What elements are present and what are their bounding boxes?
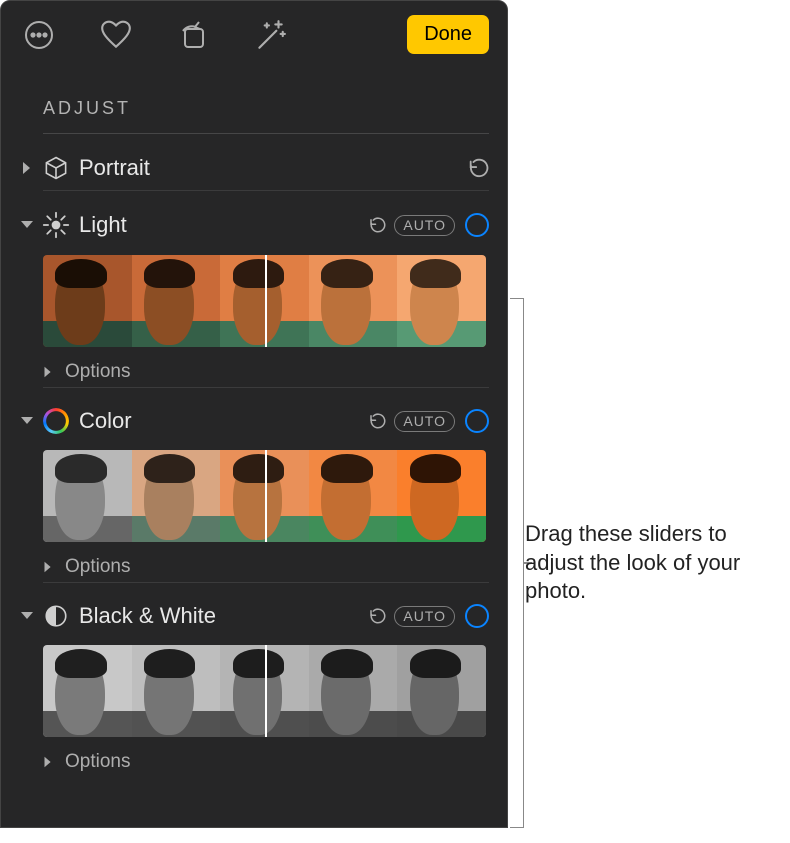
done-button[interactable]: Done	[407, 15, 489, 54]
auto-button[interactable]: AUTO	[394, 215, 455, 236]
portrait-cube-icon	[39, 154, 73, 182]
reset-icon[interactable]	[368, 412, 386, 430]
disclosure-expanded-icon[interactable]	[15, 415, 39, 427]
adjust-indicator-icon[interactable]	[465, 409, 489, 433]
slider-playhead[interactable]	[265, 255, 267, 347]
auto-button[interactable]: AUTO	[394, 411, 455, 432]
disclosure-collapsed-icon[interactable]	[43, 365, 65, 379]
auto-button[interactable]: AUTO	[394, 606, 455, 627]
adjust-panel: Done ADJUST Portrait Light AUTO	[0, 0, 508, 828]
color-label: Color	[73, 408, 368, 434]
callout-text: Drag these sliders to adjust the look of…	[525, 520, 775, 606]
light-slider[interactable]	[43, 255, 486, 347]
bw-label: Black & White	[73, 603, 368, 629]
adjust-indicator-icon[interactable]	[465, 213, 489, 237]
light-options-row[interactable]: Options	[1, 347, 507, 383]
light-row: Light AUTO	[1, 191, 507, 243]
disclosure-expanded-icon[interactable]	[15, 610, 39, 622]
light-sun-icon	[39, 211, 73, 239]
color-row: Color AUTO	[1, 388, 507, 438]
bw-options-row[interactable]: Options	[1, 737, 507, 773]
bw-halfcircle-icon	[39, 603, 73, 629]
bw-slider[interactable]	[43, 645, 486, 737]
reset-icon[interactable]	[467, 157, 489, 179]
slider-playhead[interactable]	[265, 645, 267, 737]
portrait-row: Portrait	[1, 134, 507, 186]
options-label: Options	[65, 556, 130, 578]
more-icon[interactable]	[23, 19, 55, 51]
disclosure-expanded-icon[interactable]	[15, 219, 39, 231]
reset-icon[interactable]	[368, 607, 386, 625]
disclosure-collapsed-icon[interactable]	[43, 755, 65, 769]
light-label: Light	[73, 212, 368, 238]
options-label: Options	[65, 751, 130, 773]
color-options-row[interactable]: Options	[1, 542, 507, 578]
bw-row: Black & White AUTO	[1, 583, 507, 633]
callout-bracket	[510, 298, 524, 828]
adjust-indicator-icon[interactable]	[465, 604, 489, 628]
options-label: Options	[65, 361, 130, 383]
color-slider[interactable]	[43, 450, 486, 542]
adjust-title: ADJUST	[1, 68, 507, 129]
rotate-crop-icon[interactable]	[177, 19, 209, 51]
disclosure-collapsed-icon[interactable]	[43, 560, 65, 574]
reset-icon[interactable]	[368, 216, 386, 234]
slider-playhead[interactable]	[265, 450, 267, 542]
favorite-icon[interactable]	[99, 18, 133, 52]
auto-enhance-icon[interactable]	[253, 18, 287, 52]
disclosure-collapsed-icon[interactable]	[15, 160, 39, 176]
editor-toolbar: Done	[1, 1, 507, 68]
color-ring-icon	[39, 408, 73, 434]
portrait-label: Portrait	[73, 155, 467, 181]
